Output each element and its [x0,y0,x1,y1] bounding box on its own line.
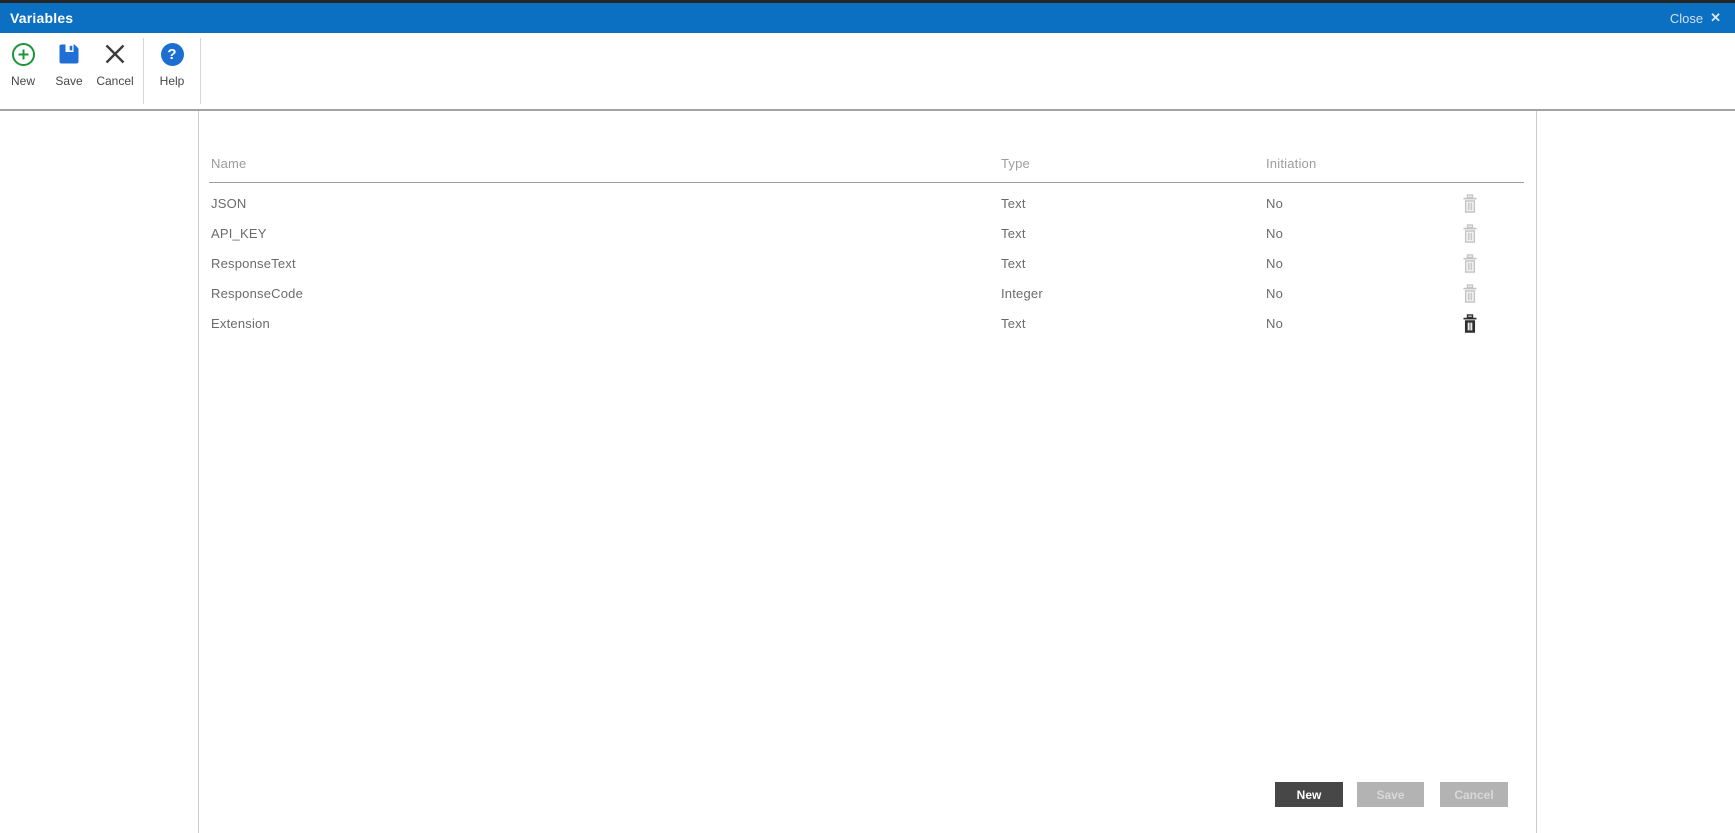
plus-circle-icon [11,41,36,67]
toolbar-cancel-button[interactable]: Cancel [96,33,134,88]
trash-icon[interactable] [1462,314,1478,334]
variable-type: Text [1001,196,1026,211]
variables-panel: Name Type Initiation JSON Text No API_KE… [198,111,1537,833]
table-header: Name Type Initiation [199,156,1536,176]
variable-initiation: No [1266,256,1284,271]
title-bar: Variables Close ✕ [0,3,1735,33]
column-header-name: Name [211,156,247,171]
variable-initiation: No [1266,286,1284,301]
trash-icon[interactable] [1462,194,1478,214]
close-button-label: Close [1669,10,1704,26]
save-button[interactable]: Save [1357,782,1424,807]
variable-type: Text [1001,256,1026,271]
toolbar-new-button[interactable]: New [4,33,42,88]
close-icon: ✕ [1710,10,1721,25]
question-circle-icon: ? [160,41,184,67]
toolbar-new-label: New [10,74,35,88]
cancel-button[interactable]: Cancel [1440,782,1508,807]
column-header-type: Type [1001,156,1030,171]
column-header-initiation: Initiation [1266,156,1317,171]
variable-initiation: No [1266,226,1284,241]
toolbar-save-button[interactable]: Save [50,33,88,88]
new-button[interactable]: New [1275,782,1343,807]
variable-name: JSON [211,196,247,211]
variable-type: Text [1001,316,1026,331]
x-icon [103,41,127,67]
table-row[interactable]: ResponseText Text No [199,249,1536,279]
table-row[interactable]: ResponseCode Integer No [199,279,1536,309]
variable-name: API_KEY [211,226,267,241]
variable-name: Extension [211,316,270,331]
toolbar-help-label: Help [159,74,185,88]
table-row[interactable]: JSON Text No [199,189,1536,219]
trash-icon[interactable] [1462,284,1478,304]
variable-name: ResponseText [211,256,296,271]
toolbar-separator [143,38,144,104]
table-row[interactable]: Extension Text No [199,309,1536,339]
table-row[interactable]: API_KEY Text No [199,219,1536,249]
variables-window: Variables Close ✕ New Save Cancel ? Help… [0,0,1735,833]
variable-initiation: No [1266,316,1284,331]
page-title: Variables [10,10,74,26]
toolbar-save-label: Save [55,74,83,88]
variable-name: ResponseCode [211,286,304,301]
toolbar-help-button[interactable]: ? Help [153,33,191,88]
close-button[interactable]: Close ✕ [1670,10,1721,26]
table-header-divider [209,182,1524,183]
trash-icon[interactable] [1462,254,1478,274]
floppy-disk-icon [57,41,81,67]
variable-type: Text [1001,226,1026,241]
toolbar: New Save Cancel ? Help [0,33,1735,111]
toolbar-separator [200,38,201,104]
trash-icon[interactable] [1462,224,1478,244]
toolbar-cancel-label: Cancel [96,74,134,88]
variable-type: Integer [1001,286,1043,301]
variable-initiation: No [1266,196,1284,211]
table-body: JSON Text No API_KEY Text No ResponseTex… [199,189,1536,339]
